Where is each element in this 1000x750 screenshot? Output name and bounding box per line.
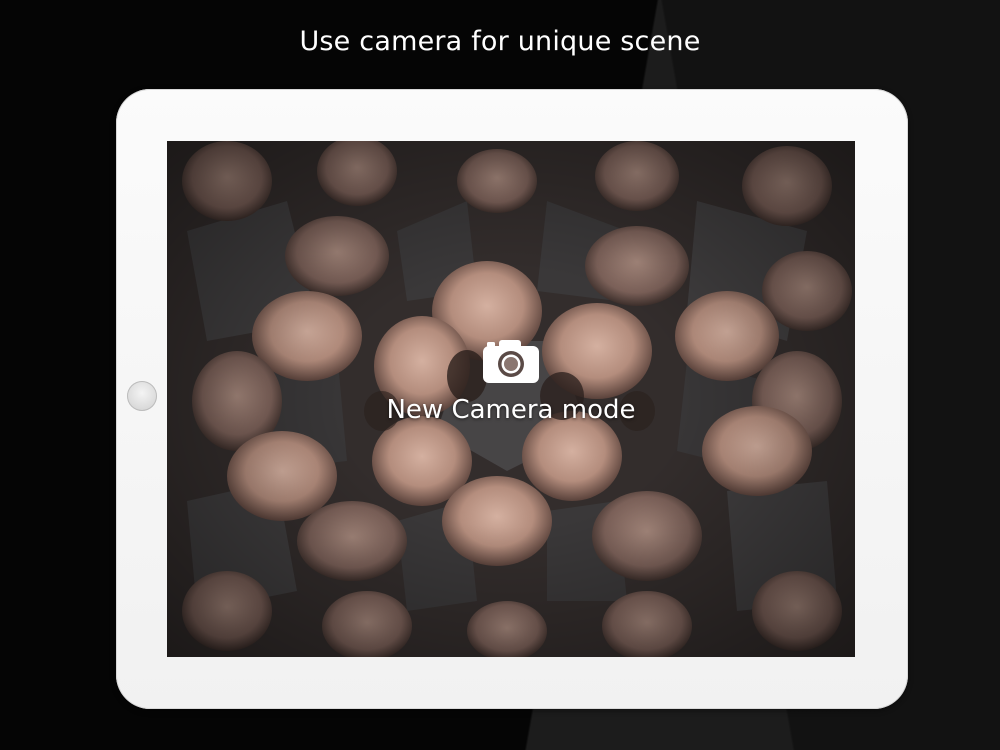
headline: Use camera for unique scene xyxy=(299,26,701,57)
tablet-screen: New Camera mode xyxy=(167,141,855,657)
app-store-screenshot: Use camera for unique scene New Camera m… xyxy=(0,0,1000,750)
new-camera-mode-button[interactable]: New Camera mode xyxy=(167,337,855,425)
tablet-frame: New Camera mode xyxy=(116,89,908,709)
camera-mode-label: New Camera mode xyxy=(386,395,636,425)
camera-icon xyxy=(483,340,539,383)
home-button[interactable] xyxy=(127,381,157,411)
